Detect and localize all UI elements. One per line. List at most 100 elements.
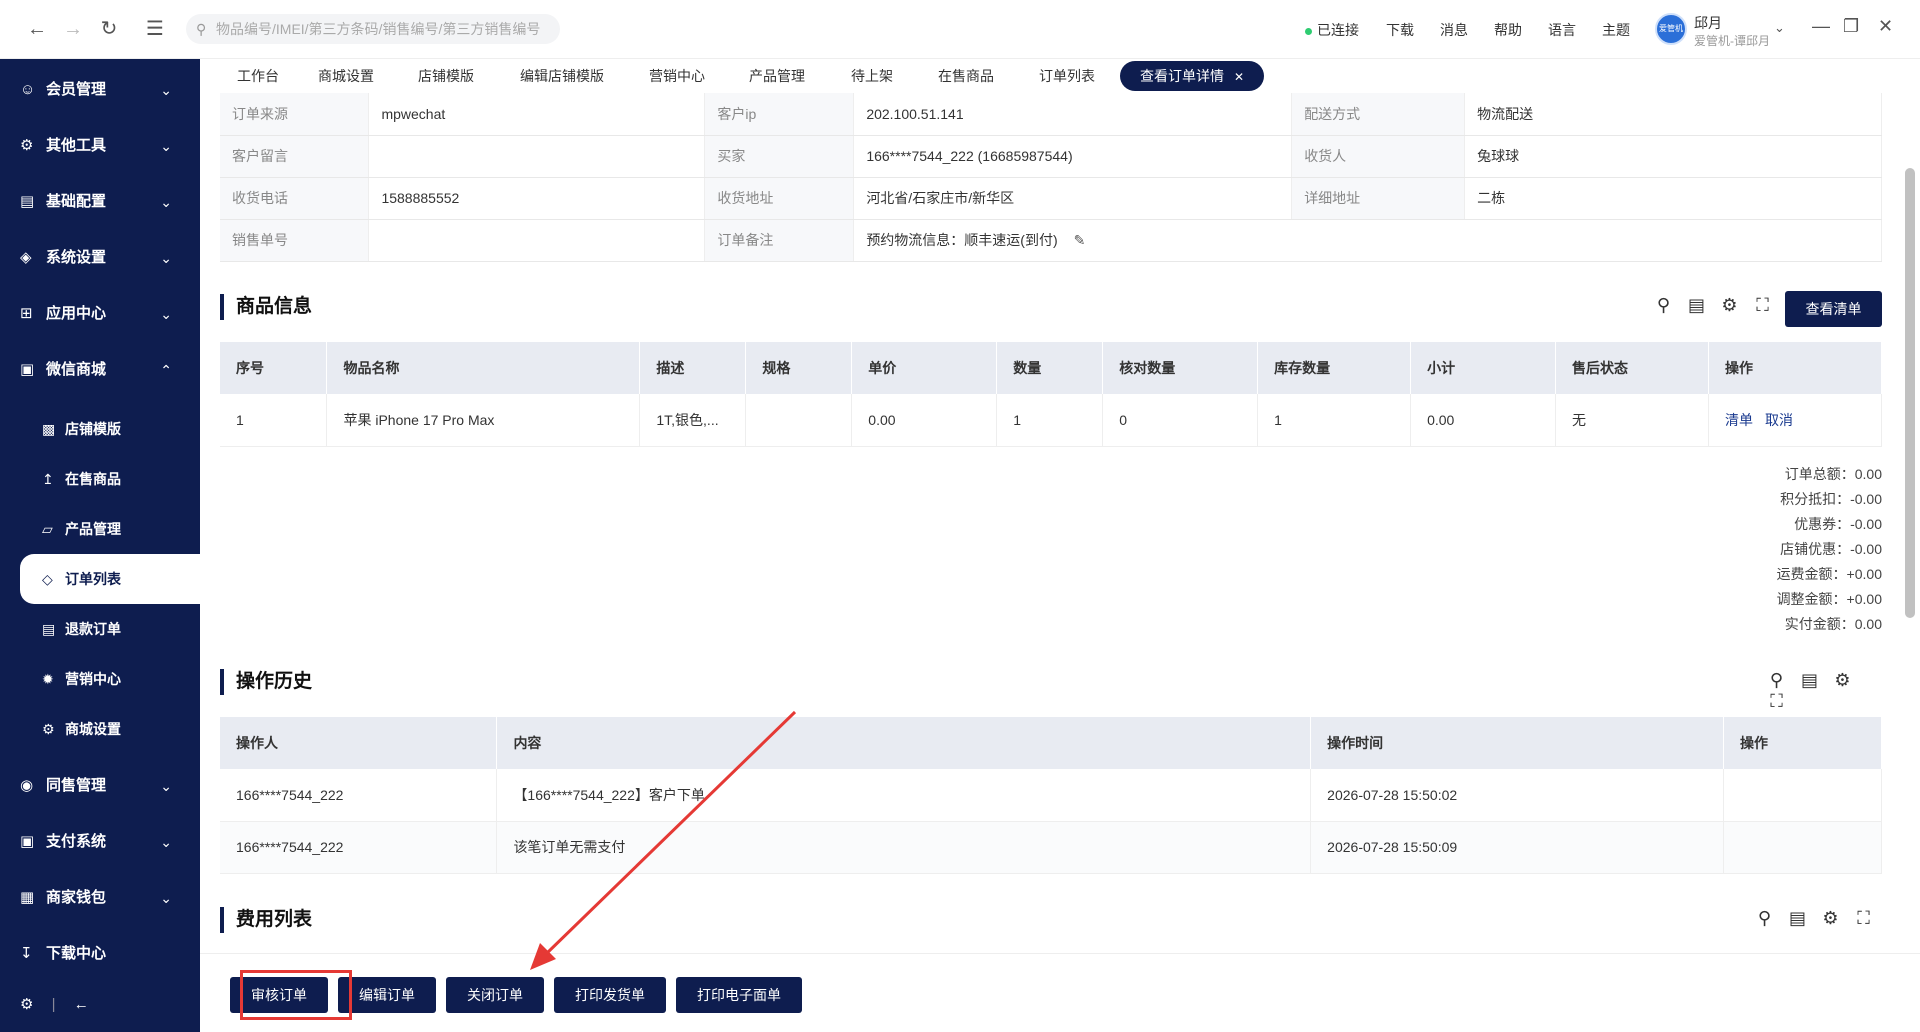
sidebar-label: 店铺模版	[65, 421, 121, 437]
marketing-icon: ✹	[42, 671, 54, 687]
print-waybill-button[interactable]: 打印电子面单	[676, 977, 802, 1013]
sidebar: ☺ 会员管理 ⌄ ⚙ 其他工具 ⌄ ▤ 基础配置 ⌄ ◈ 系统设置 ⌄ ⊞ 应用中心 ⌄ ▣ 微信商城…	[0, 59, 200, 1032]
search-icon: ⚲	[196, 21, 207, 37]
column-icon[interactable]: ▤	[1781, 908, 1814, 929]
tab-workbench[interactable]: 工作台	[237, 61, 279, 91]
column-header: 描述	[639, 342, 747, 394]
cancel-link[interactable]: 取消	[1765, 412, 1793, 428]
sidebar-sub-marketing[interactable]: ✹ 营销中心	[0, 654, 200, 704]
tab-mall-settings[interactable]: 商城设置	[318, 61, 374, 91]
sidebar-item-system[interactable]: ◈ 系统设置 ⌄	[0, 233, 200, 283]
forward-icon[interactable]: →	[60, 16, 86, 42]
tab-order-detail[interactable]: 查看订单详情 ✕	[1120, 61, 1265, 91]
sidebar-label: 营销中心	[65, 671, 121, 687]
tab-edit-store-template[interactable]: 编辑店铺模版	[520, 61, 604, 91]
column-header: 规格	[745, 342, 853, 394]
history-toolbar: ⚲ ▤ ⚙ ⛶	[1760, 670, 1882, 712]
sidebar-sub-store-template[interactable]: ▩ 店铺模版	[0, 404, 200, 454]
sidebar-sub-mall-settings[interactable]: ⚙ 商城设置	[0, 704, 200, 754]
bottom-action-bar: 审核订单 编辑订单 关闭订单 打印发货单 打印电子面单	[200, 953, 1920, 1032]
tab-order-list[interactable]: 订单列表	[1039, 61, 1095, 91]
user-name[interactable]: 邱月	[1694, 13, 1722, 33]
highlight-box	[240, 970, 352, 1020]
sidebar-label: 应用中心	[46, 305, 107, 322]
tab-store-template[interactable]: 店铺模版	[418, 61, 474, 91]
menu-icon[interactable]: ☰	[142, 16, 168, 42]
collapse-icon[interactable]: ←	[74, 996, 89, 1013]
column-icon[interactable]: ▤	[1793, 670, 1826, 691]
info-value	[368, 135, 706, 178]
scrollbar[interactable]	[1900, 98, 1920, 948]
avatar[interactable]: 爱管机	[1655, 13, 1687, 45]
maximize-icon[interactable]: ❐	[1843, 16, 1859, 37]
order-remark-value: 预约物流信息：顺丰速运(到付)	[866, 232, 1058, 248]
edit-icon[interactable]: ✎	[1074, 232, 1086, 248]
fullscreen-icon[interactable]: ⛶	[1746, 295, 1779, 316]
list-link[interactable]: 清单	[1725, 412, 1753, 428]
cell-actions: 清单 取消	[1708, 394, 1883, 447]
back-icon[interactable]: ←	[24, 16, 50, 42]
template-icon: ▩	[42, 421, 56, 437]
sidebar-item-member[interactable]: ☺ 会员管理 ⌄	[0, 65, 200, 115]
sidebar-item-app-center[interactable]: ⊞ 应用中心 ⌄	[0, 289, 200, 339]
sidebar-item-payment[interactable]: ▣ 支付系统 ⌄	[0, 817, 200, 867]
tag-icon: ◇	[42, 571, 53, 587]
language-link[interactable]: 语言	[1548, 20, 1576, 40]
search-icon[interactable]: ⚲	[1760, 670, 1793, 691]
chevron-down-icon: ⌄	[160, 890, 172, 906]
settings-icon[interactable]: ⚙	[20, 996, 33, 1013]
edit-order-button[interactable]: 编辑订单	[338, 977, 436, 1013]
user-store: 爱管机-谭邱月	[1694, 34, 1770, 48]
sidebar-item-wallet[interactable]: ▦ 商家钱包 ⌄	[0, 873, 200, 923]
tab-marketing[interactable]: 营销中心	[649, 61, 705, 91]
table-row: 客户留言 买家 166****7544_222 (16685987544) 收货…	[220, 135, 1882, 178]
refresh-icon[interactable]: ↻	[96, 16, 122, 42]
sidebar-sub-products[interactable]: ▱ 产品管理	[0, 504, 200, 554]
tab-on-sale[interactable]: 在售商品	[938, 61, 994, 91]
fullscreen-icon[interactable]: ⛶	[1760, 691, 1793, 712]
sidebar-label: 商城设置	[65, 721, 121, 737]
search-icon[interactable]: ⚲	[1748, 908, 1781, 929]
table-row: 订单来源 mpwechat 客户ip 202.100.51.141 配送方式 物…	[220, 93, 1882, 136]
theme-link[interactable]: 主题	[1602, 20, 1630, 40]
close-tab-icon[interactable]: ✕	[1234, 70, 1244, 84]
gear-icon[interactable]: ⚙	[1814, 908, 1847, 929]
tab-products[interactable]: 产品管理	[749, 61, 805, 91]
chevron-down-icon: ⌄	[160, 778, 172, 794]
column-icon[interactable]: ▤	[1680, 295, 1713, 316]
cell-after-sale: 无	[1555, 394, 1709, 447]
sidebar-item-tools[interactable]: ⚙ 其他工具 ⌄	[0, 121, 200, 171]
table-row: 166****7544_222 【166****7544_222】客户下单 20…	[220, 769, 1882, 822]
sidebar-item-basic-config[interactable]: ▤ 基础配置 ⌄	[0, 177, 200, 227]
sidebar-sub-on-sale[interactable]: ↥ 在售商品	[0, 454, 200, 504]
scroll-thumb[interactable]	[1905, 168, 1915, 618]
sidebar-sub-refund[interactable]: ▤ 退款订单	[0, 604, 200, 654]
search-input[interactable]: ⚲ 物品编号/IMEI/第三方条码/销售编号/第三方销售编号	[186, 14, 560, 44]
sidebar-item-co-sale[interactable]: ◉ 同售管理 ⌄	[0, 761, 200, 811]
print-delivery-button[interactable]: 打印发货单	[554, 977, 666, 1013]
chevron-down-icon: ⌄	[160, 250, 172, 266]
divider: |	[51, 996, 56, 1013]
help-link[interactable]: 帮助	[1494, 20, 1522, 40]
top-bar: ← → ↻ ☰ ⚲ 物品编号/IMEI/第三方条码/销售编号/第三方销售编号 已…	[0, 0, 1920, 59]
sidebar-sub-order-list[interactable]: ◇ 订单列表	[20, 554, 200, 604]
close-icon[interactable]: ✕	[1878, 16, 1893, 37]
search-icon[interactable]: ⚲	[1647, 295, 1680, 316]
gear-icon[interactable]: ⚙	[1713, 295, 1746, 316]
sidebar-item-download-center[interactable]: ↧ 下载中心	[0, 929, 200, 979]
info-label: 买家	[704, 135, 855, 178]
fullscreen-icon[interactable]: ⛶	[1847, 908, 1880, 929]
download-icon: ↧	[20, 945, 33, 962]
tab-pending[interactable]: 待上架	[851, 61, 893, 91]
sidebar-item-wechat-mall[interactable]: ▣ 微信商城 ⌃	[0, 345, 200, 395]
minimize-icon[interactable]: —	[1812, 16, 1830, 37]
gear-icon[interactable]: ⚙	[1826, 670, 1859, 691]
order-remark-cell: 预约物流信息：顺丰速运(到付) ✎	[853, 219, 1882, 262]
user-dropdown-icon[interactable]: ⌄	[1774, 20, 1785, 36]
download-link[interactable]: 下载	[1386, 20, 1414, 40]
table-row: 1 苹果 iPhone 17 Pro Max 1T,银色,... 0.00 1 …	[220, 394, 1883, 447]
close-order-button[interactable]: 关闭订单	[446, 977, 544, 1013]
messages-link[interactable]: 消息	[1440, 20, 1468, 40]
view-list-button[interactable]: 查看清单	[1785, 291, 1882, 327]
status-dot	[1305, 27, 1312, 35]
